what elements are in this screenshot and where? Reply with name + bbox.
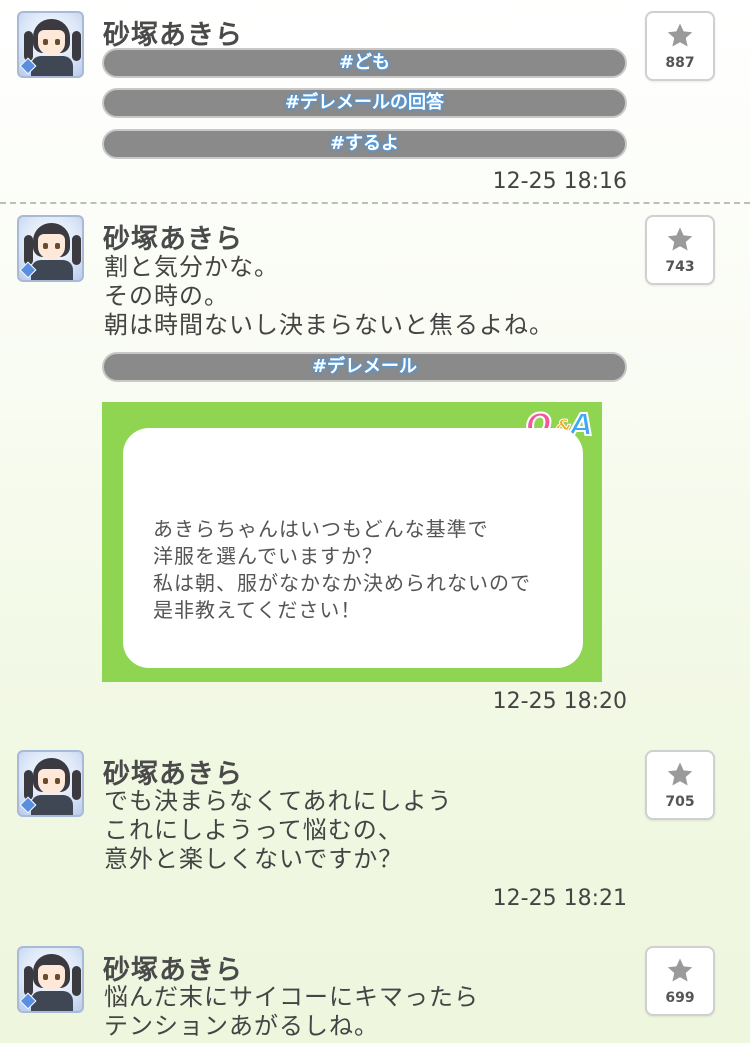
- qa-line: 私は朝、服がなかなか決められないので: [153, 571, 531, 595]
- timestamp: 12-25 18:16: [492, 169, 627, 194]
- avatar[interactable]: [17, 11, 84, 78]
- star-icon: [667, 762, 693, 786]
- timestamp: 12-25 18:20: [492, 689, 627, 714]
- qa-line: 洋服を選んでいますか？: [153, 544, 383, 568]
- qa-card-frame[interactable]: Q & A あきらちゃんはいつもどんな基準で 洋服を選んでいますか？ 私は朝、服…: [102, 402, 602, 682]
- author-name: 砂塚あきら: [103, 224, 243, 255]
- avatar[interactable]: [17, 750, 84, 817]
- avatar[interactable]: [17, 215, 84, 282]
- star-icon: [667, 23, 693, 47]
- message-line: 割と気分かな。: [104, 253, 279, 281]
- like-count: 705: [665, 794, 695, 810]
- message-line: でも決まらなくてあれにしよう: [104, 787, 453, 815]
- avatar[interactable]: [17, 946, 84, 1013]
- hashtag-pill[interactable]: #デレメールの回答: [102, 88, 627, 118]
- message-line: テンションあがるしね。: [104, 1012, 379, 1040]
- star-icon: [667, 958, 693, 982]
- like-count: 887: [665, 55, 695, 71]
- hashtag-pill[interactable]: #デレメール: [102, 352, 627, 382]
- timestamp: 12-25 18:21: [492, 886, 627, 911]
- message-line: 悩んだ末にサイコーにキマったら: [104, 983, 479, 1011]
- qa-question-card: あきらちゃんはいつもどんな基準で 洋服を選んでいますか？ 私は朝、服がなかなか決…: [123, 428, 583, 668]
- message-body: 割と気分かな。 その時の。 朝は時間ないし決まらないと焦るよね。: [104, 253, 554, 340]
- star-icon: [667, 227, 693, 251]
- author-name: 砂塚あきら: [103, 759, 243, 790]
- qa-question-text: あきらちゃんはいつもどんな基準で 洋服を選んでいますか？ 私は朝、服がなかなか決…: [153, 516, 531, 624]
- author-name: 砂塚あきら: [103, 955, 243, 986]
- qa-line: あきらちゃんはいつもどんな基準で: [153, 517, 489, 541]
- like-count: 743: [665, 259, 695, 275]
- message-body: でも決まらなくてあれにしよう これにしようって悩むの、 意外と楽しくないですか？: [104, 787, 453, 874]
- message-body: 悩んだ末にサイコーにキマったら テンションあがるしね。: [104, 983, 479, 1041]
- like-count: 699: [665, 990, 695, 1006]
- message-line: その時の。: [104, 282, 229, 310]
- like-button[interactable]: 705: [645, 750, 715, 820]
- author-name: 砂塚あきら: [103, 20, 243, 51]
- post-divider: [0, 202, 750, 204]
- hashtag-pill[interactable]: #ども: [102, 48, 627, 78]
- qa-line: 是非教えてください！: [153, 598, 362, 622]
- message-line: これにしようって悩むの、: [104, 816, 403, 844]
- hashtag-pill[interactable]: #するよ: [102, 129, 627, 159]
- like-button[interactable]: 887: [645, 11, 715, 81]
- like-button[interactable]: 699: [645, 946, 715, 1016]
- message-line: 朝は時間ないし決まらないと焦るよね。: [104, 311, 554, 339]
- message-line: 意外と楽しくないですか？: [104, 845, 404, 873]
- like-button[interactable]: 743: [645, 215, 715, 285]
